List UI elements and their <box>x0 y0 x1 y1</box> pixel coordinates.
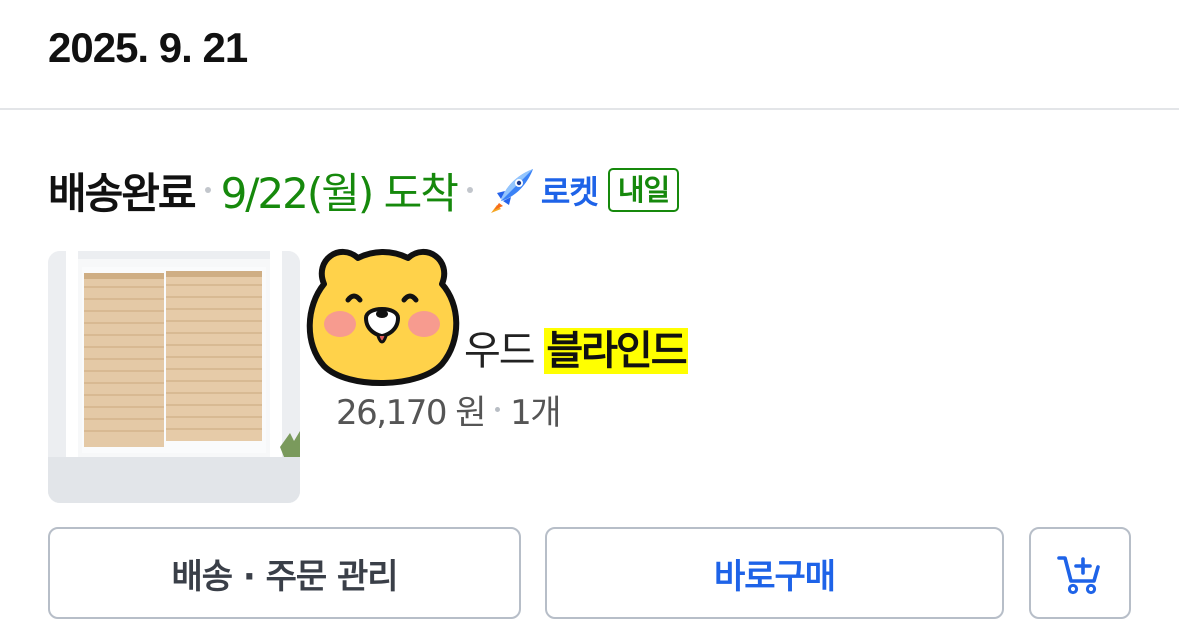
separator-dot <box>204 187 211 193</box>
delivery-status: 배송완료 <box>48 168 197 218</box>
product-name-highlight: 블라인드 <box>544 328 688 374</box>
tomorrow-badge: 내일 <box>607 168 680 212</box>
separator-dot <box>495 406 501 412</box>
product-quantity: 1개 <box>510 392 561 433</box>
order-date: 2025. 9. 21 <box>48 24 248 71</box>
manage-delivery-order-button[interactable]: 배송 · 주문 관리 <box>48 527 521 619</box>
buy-now-button[interactable]: 바로구매 <box>545 527 1004 619</box>
add-to-cart-button[interactable] <box>1029 527 1131 619</box>
product-name-text: 우드 <box>464 328 545 374</box>
delivery-status-row: 배송완료 9/22(월) 도착 로켓 내일 <box>48 160 680 220</box>
rocket-delivery-label: 로켓 <box>540 173 599 211</box>
price-row: 26,170 원 1개 <box>336 384 561 434</box>
arrival-date: 9/22(월) 도착 <box>220 168 459 218</box>
blind-product-image <box>48 251 300 503</box>
separator-dot <box>466 187 473 193</box>
rocket-icon <box>490 169 533 213</box>
cat-sticker-icon <box>306 249 460 386</box>
product-thumbnail[interactable] <box>48 251 300 503</box>
section-divider <box>0 108 1179 110</box>
product-price: 26,170 원 <box>336 392 487 433</box>
add-to-cart-icon <box>1057 556 1100 595</box>
product-name[interactable]: 우드 블라인드 <box>464 318 688 376</box>
